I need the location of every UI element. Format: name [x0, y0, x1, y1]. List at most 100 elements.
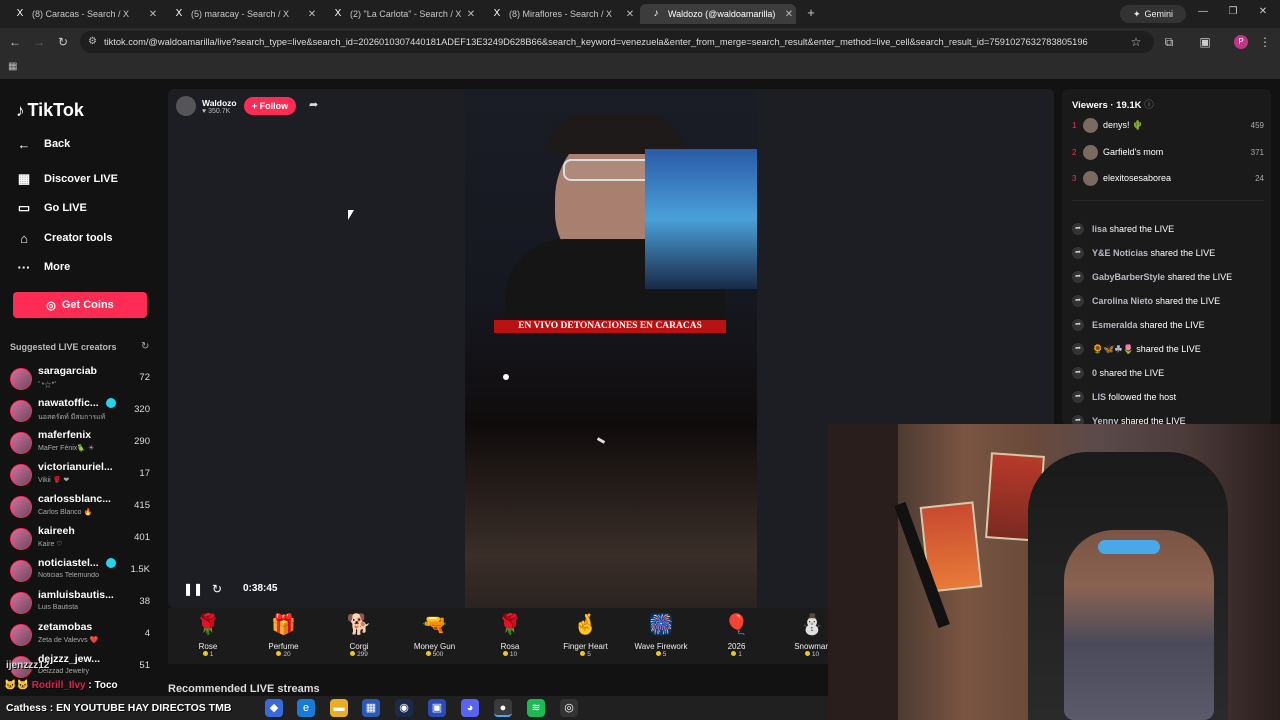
gemini-button[interactable]: ✦ Gemini — [1120, 5, 1186, 23]
creator-avatar[interactable] — [10, 432, 32, 454]
back-nav[interactable]: ← Back — [16, 134, 71, 154]
gift-item[interactable]: 🎈 2026 1 — [699, 612, 775, 658]
creator-avatar[interactable] — [10, 624, 32, 646]
gift-item[interactable]: 🐕 Corgi 299 — [321, 612, 397, 658]
host-avatar[interactable] — [176, 96, 196, 116]
top-viewer[interactable]: 1 denys! 🌵 459 — [1072, 117, 1264, 137]
activity-user[interactable]: 0 — [1092, 368, 1097, 378]
suggested-header: Suggested LIVE creators — [10, 342, 117, 352]
folder-icon[interactable]: ▬ — [330, 699, 348, 717]
logo-text: TikTok — [27, 100, 84, 120]
activity-user[interactable]: Y&E Noticias — [1092, 248, 1148, 258]
creator-avatar[interactable] — [10, 464, 32, 486]
activity-user[interactable]: lisa — [1092, 224, 1107, 234]
creator-item[interactable]: nawatoffic... นอสตรัดท์ มีสมการแท้ 320 — [10, 396, 152, 426]
close-tab-icon[interactable]: ✕ — [305, 9, 319, 20]
extensions-icon[interactable]: ⧉ — [1162, 35, 1176, 50]
close-tab-icon[interactable]: ✕ — [464, 9, 478, 20]
creator-avatar[interactable] — [10, 592, 32, 614]
creator-item[interactable]: zetamobas Zeta de Valevvs ❤️ 4 — [10, 620, 152, 650]
get-coins-button[interactable]: ◎ Get Coins — [13, 292, 147, 318]
live-video[interactable] — [465, 89, 757, 608]
creator-avatar[interactable] — [10, 528, 32, 550]
refresh-icon[interactable]: ↻ — [141, 341, 149, 352]
discover-live-nav[interactable]: ▦ Discover LIVE — [16, 169, 118, 189]
spotify-icon[interactable]: ≋ — [527, 699, 545, 717]
new-tab-button[interactable]: + — [804, 5, 818, 21]
more-nav[interactable]: ··· More — [16, 257, 71, 277]
creator-avatar[interactable] — [10, 496, 32, 518]
gift-item[interactable]: 🎆 Wave Firework 5 — [623, 612, 699, 658]
minimize-icon[interactable]: — — [1196, 6, 1210, 17]
gift-name: Finger Heart — [563, 642, 608, 651]
creator-item[interactable]: iamluisbautis... Luis Bautista 38 — [10, 588, 152, 618]
copilot-icon[interactable]: ◆ — [265, 699, 283, 717]
edge-icon[interactable]: e — [297, 699, 315, 717]
activity-user[interactable]: LIS — [1092, 392, 1106, 402]
pause-icon[interactable]: ❚❚ — [183, 582, 203, 596]
obs-icon[interactable]: ◎ — [560, 699, 578, 717]
reload-icon[interactable]: ↻ — [56, 35, 70, 49]
tab-miraflores[interactable]: X (8) Miraflores - Search / X ✕ — [481, 4, 637, 24]
tab-caracas[interactable]: X (8) Caracas - Search / X ✕ — [4, 4, 160, 24]
site-info-icon[interactable]: ⚙ — [88, 36, 97, 47]
creator-avatar[interactable] — [10, 560, 32, 582]
creator-item[interactable]: carlossblanc... Carlos Blanco 🔥 415 — [10, 492, 152, 522]
creator-avatar[interactable] — [10, 368, 32, 390]
tab-title: (5) maracay - Search / X — [191, 9, 290, 19]
viewer-avatar[interactable] — [1083, 171, 1098, 186]
gift-item[interactable]: 🎁 Perfume 20 — [246, 612, 322, 658]
close-tab-icon[interactable]: ✕ — [146, 9, 160, 20]
restore-icon[interactable]: ❐ — [1226, 6, 1240, 17]
forward-arrow-icon[interactable]: → — [32, 35, 46, 49]
store-icon[interactable]: ▦ — [362, 699, 380, 717]
gift-item[interactable]: 🤞 Finger Heart 5 — [548, 612, 624, 658]
activity-user[interactable]: Carolina Nieto — [1092, 296, 1153, 306]
refresh-stream-icon[interactable]: ↻ — [212, 582, 222, 596]
gift-item[interactable]: 🌹 Rose 1 — [170, 612, 246, 658]
activity-item: ➦ lisa shared the LIVE — [1072, 223, 1174, 235]
app-icon[interactable]: ▣ — [428, 699, 446, 717]
go-live-nav[interactable]: ▭ Go LIVE — [16, 198, 87, 218]
gift-item[interactable]: 🔫 Money Gun 500 — [397, 612, 473, 658]
tab-maracay[interactable]: X (5) maracay - Search / X ✕ — [163, 4, 319, 24]
bookmark-star-icon[interactable]: ☆ — [1129, 35, 1143, 49]
viewer-avatar[interactable] — [1083, 144, 1098, 160]
top-viewer[interactable]: 3 elexitosesaborea 24 — [1072, 170, 1264, 190]
activity-user[interactable]: Esmeralda — [1092, 320, 1138, 330]
tab-waldozo[interactable]: ♪ Waldozo (@waldoamarilla) ✕ — [640, 4, 796, 24]
creator-item[interactable]: noticiastel... Noticias Telemundo 1.5K — [10, 556, 152, 586]
close-tab-icon[interactable]: ✕ — [782, 9, 796, 20]
creator-item[interactable]: victorianuriel... Vikii 🌹 ❤ 17 — [10, 460, 152, 490]
creator-item[interactable]: maferfenix MaFer Fénix🦜 ☀ 290 — [10, 428, 152, 458]
info-icon[interactable]: ⓘ — [1144, 100, 1154, 111]
gift-item[interactable]: 🌹 Rosa 10 — [472, 612, 548, 658]
host-info[interactable]: Waldozo ♥ 350.7K — [176, 96, 237, 116]
share-icon[interactable]: ➦ — [309, 98, 318, 111]
creator-tools-nav[interactable]: ⌂ Creator tools — [16, 228, 112, 248]
creator-name: victorianuriel... — [38, 461, 113, 473]
activity-user[interactable]: GabyBarberStyle — [1092, 272, 1165, 282]
menu-dots-icon[interactable]: ⋮ — [1258, 35, 1272, 49]
url-bar[interactable]: ⚙ tiktok.com/@waldoamarilla/live?search_… — [80, 31, 1154, 53]
chrome-icon[interactable]: ● — [494, 699, 512, 717]
viewer-rank: 1 — [1072, 121, 1077, 130]
creator-avatar[interactable] — [10, 400, 32, 422]
creator-item[interactable]: saragarciab ﾟ*☆*ﾟ 72 — [10, 364, 152, 394]
tiktok-logo[interactable]: ♪ TikTok — [16, 100, 84, 121]
discord-icon[interactable]: ◕ — [461, 699, 479, 717]
activity-user[interactable]: 🌻🦋☘🌷 — [1092, 344, 1134, 354]
creator-item[interactable]: kaireeh Kaire ♡ 401 — [10, 524, 152, 554]
tab-la-carlota[interactable]: X (2) "La Carlota" - Search / X ✕ — [322, 4, 478, 24]
close-tab-icon[interactable]: ✕ — [623, 9, 637, 20]
follow-button[interactable]: + Follow — [244, 97, 296, 115]
back-arrow-icon[interactable]: ← — [8, 35, 22, 49]
top-viewer[interactable]: 2 Garfield's mom 371 — [1072, 144, 1264, 164]
close-window-icon[interactable]: ✕ — [1256, 6, 1270, 17]
steam-icon[interactable]: ◉ — [395, 699, 413, 717]
side-panel-icon[interactable]: ▣ — [1198, 35, 1212, 49]
apps-grid-icon[interactable]: ▦ — [8, 61, 17, 72]
profile-avatar[interactable]: P — [1234, 35, 1248, 49]
viewer-avatar[interactable] — [1083, 118, 1098, 133]
activity-action: shared the LIVE — [1136, 343, 1201, 354]
